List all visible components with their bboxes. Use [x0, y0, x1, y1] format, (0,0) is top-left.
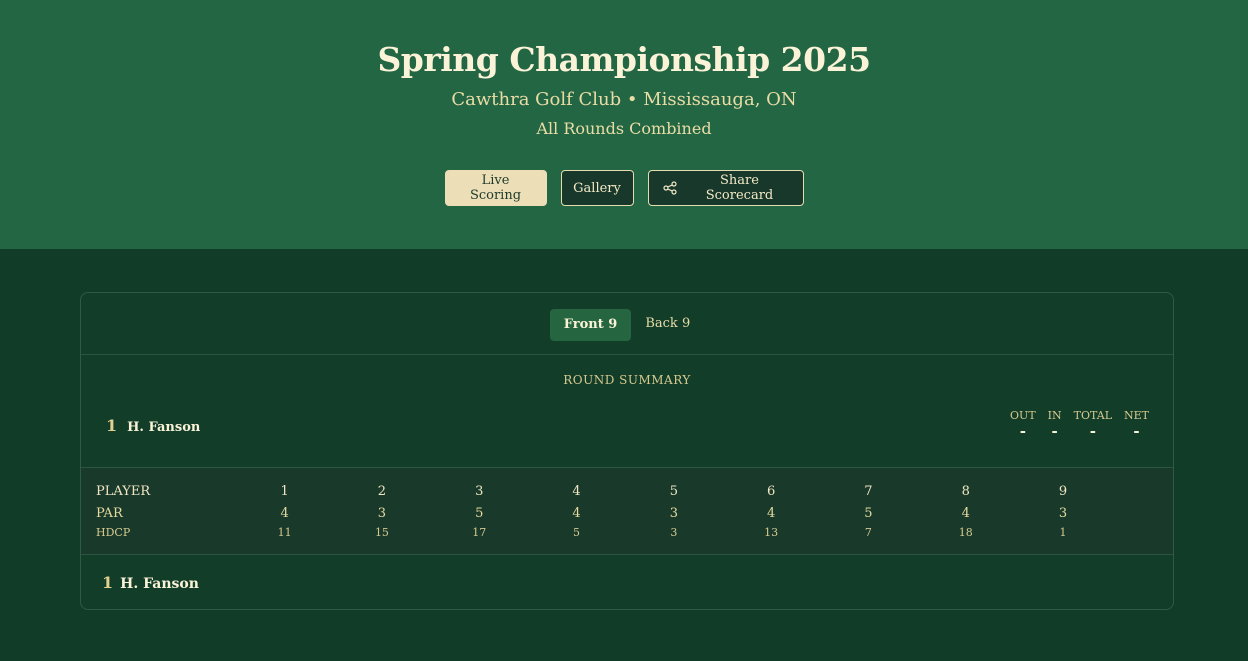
- summary-player-rank: 1: [106, 416, 118, 435]
- summary-player-name: H. Fanson: [127, 420, 201, 435]
- live-scoring-button[interactable]: Live Scoring: [444, 170, 547, 206]
- venue-text: Cawthra Golf Club • Mississauga, ON: [451, 89, 797, 110]
- par-value: 5: [864, 506, 873, 521]
- stat-total-value: -: [1089, 422, 1096, 440]
- hdcp-value: 17: [472, 526, 487, 539]
- tab-front-9[interactable]: Front 9: [549, 308, 632, 341]
- summary-player: 1 H. Fanson: [106, 416, 200, 435]
- hdcp-value: 15: [374, 526, 389, 539]
- player-rank: 1: [102, 573, 114, 592]
- gallery-button[interactable]: Gallery: [560, 170, 634, 206]
- tournament-header: Spring Championship 2025 Cawthra Golf Cl…: [0, 0, 1248, 249]
- summary-stats: OUT - IN - TOTAL - NET -: [1010, 409, 1149, 440]
- hdcp-label: HDCP: [96, 526, 131, 539]
- stat-out: OUT -: [1010, 409, 1036, 440]
- player-score-row[interactable]: 1 H. Fanson: [81, 555, 1173, 609]
- par-value: 3: [1058, 506, 1068, 521]
- hole-number: 8: [961, 484, 970, 499]
- par-value: 5: [475, 506, 484, 521]
- share-label: Share Scorecard: [705, 173, 774, 203]
- stat-out-value: -: [1019, 422, 1026, 440]
- stat-net: NET -: [1124, 409, 1149, 440]
- par-value: 4: [766, 506, 776, 521]
- par-label: PAR: [96, 506, 123, 521]
- round-text: All Rounds Combined: [536, 119, 712, 138]
- hdcp-value: 11: [277, 526, 292, 539]
- round-summary: ROUND SUMMARY 1 H. Fanson OUT - IN - TOT…: [81, 355, 1173, 468]
- hole-number: 6: [766, 484, 776, 499]
- hole-number: 7: [864, 484, 873, 499]
- player-score-row-identity: 1 H. Fanson: [102, 573, 199, 592]
- hole-number: 5: [669, 484, 678, 499]
- stat-net-label: NET: [1124, 409, 1149, 422]
- hole-number: 1: [280, 484, 289, 499]
- hdcp-value: 5: [573, 526, 581, 539]
- stat-total: TOTAL -: [1074, 409, 1112, 440]
- tab-back-9[interactable]: Back 9: [631, 308, 704, 340]
- share-scorecard-button[interactable]: Share Scorecard: [647, 170, 804, 206]
- stat-in: IN -: [1048, 409, 1062, 440]
- stat-in-value: -: [1051, 422, 1058, 440]
- par-value: 3: [377, 506, 387, 521]
- round-summary-label: ROUND SUMMARY: [563, 373, 691, 387]
- share-icon: [662, 181, 677, 195]
- stat-out-label: OUT: [1010, 409, 1036, 422]
- hdcp-value: 7: [864, 526, 872, 539]
- hole-number-row: PLAYER 1 2 3 4 5 6 7 8 9: [81, 484, 1173, 499]
- stat-net-value: -: [1133, 422, 1140, 440]
- hdcp-value: 18: [958, 526, 973, 539]
- par-value: 4: [961, 506, 970, 521]
- tab-back-9-label: Back 9: [645, 316, 691, 331]
- scorecard-grid: PLAYER 1 2 3 4 5 6 7 8 9 PAR 4 3 5 4 3 4…: [81, 468, 1173, 555]
- gallery-label: Gallery: [573, 180, 621, 196]
- par-value: 4: [572, 506, 581, 521]
- tab-front-9-label: Front 9: [563, 317, 618, 332]
- scorecard-panel: Front 9 Back 9 ROUND SUMMARY 1 H. Fanson…: [80, 292, 1174, 610]
- nine-tabs: Front 9 Back 9: [81, 293, 1173, 355]
- live-scoring-label: Live Scoring: [469, 173, 522, 203]
- par-value: 3: [669, 506, 678, 521]
- page-title: Spring Championship 2025: [377, 40, 871, 79]
- hole-number: 3: [475, 484, 484, 499]
- hdcp-value: 3: [670, 526, 678, 539]
- par-row: PAR 4 3 5 4 3 4 5 4 3: [81, 506, 1173, 521]
- hole-number: 9: [1058, 484, 1068, 499]
- hole-number: 4: [572, 484, 581, 499]
- hdcp-row: HDCP 11 15 17 5 3 13 7 18 1: [81, 526, 1173, 539]
- par-value: 4: [280, 506, 289, 521]
- hdcp-value: 13: [764, 526, 779, 539]
- hole-number: 2: [377, 484, 387, 499]
- stat-total-label: TOTAL: [1073, 409, 1112, 422]
- player-column-header: PLAYER: [96, 484, 151, 499]
- hdcp-value: 1: [1059, 526, 1067, 539]
- player-name: H. Fanson: [120, 576, 199, 592]
- stat-in-label: IN: [1047, 409, 1062, 422]
- header-actions: Live Scoring Gallery Share Scorecard: [0, 170, 1248, 206]
